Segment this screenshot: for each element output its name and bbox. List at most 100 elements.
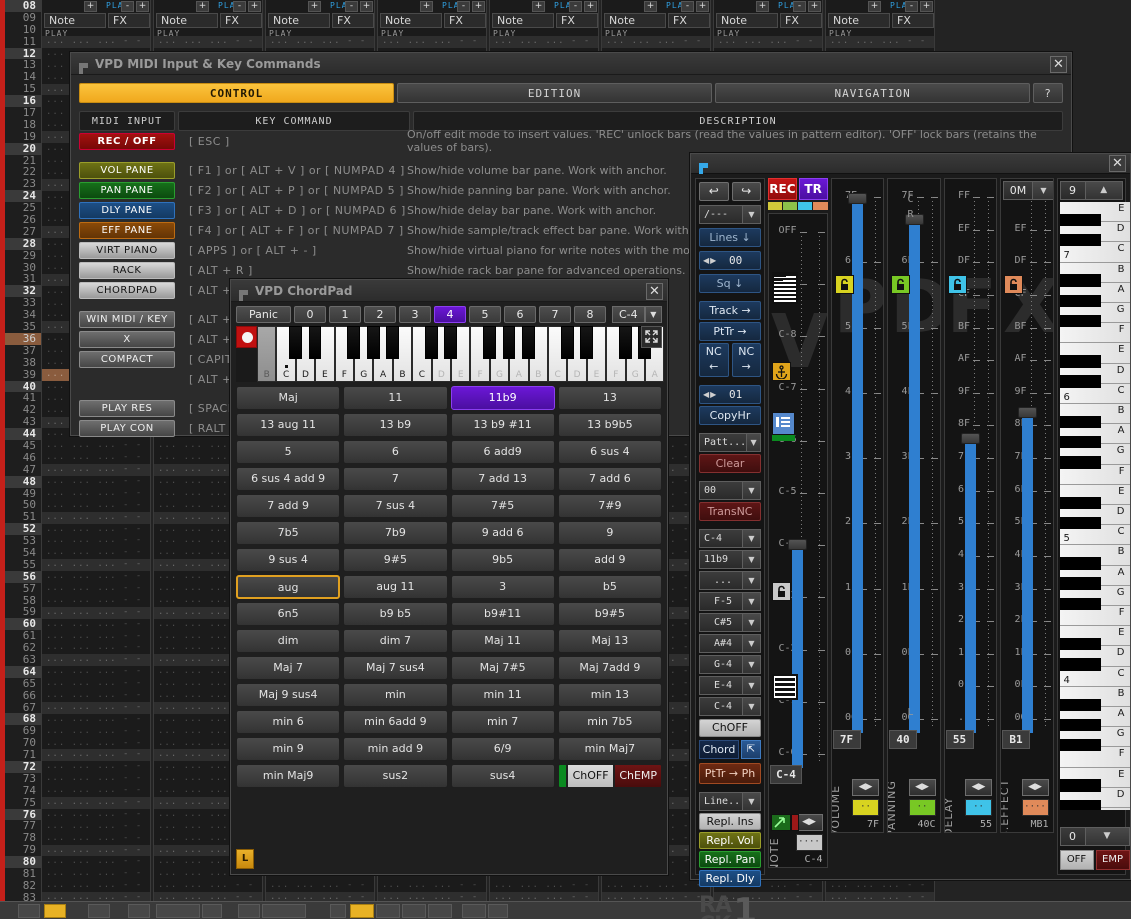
track-note-field[interactable]: Note bbox=[268, 13, 330, 28]
midi-button-pan-pane[interactable]: PAN PANE bbox=[79, 181, 175, 199]
nc-left-button[interactable]: NC ← bbox=[699, 343, 729, 377]
pttr-button[interactable]: PtTr → bbox=[699, 322, 761, 341]
vpiano-black-key[interactable] bbox=[1059, 496, 1101, 510]
chord-button-13[interactable]: 13 bbox=[557, 386, 662, 410]
midi-button-chordpad[interactable]: CHORDPAD bbox=[79, 281, 175, 299]
track-fx-field[interactable]: FX bbox=[220, 13, 262, 28]
channel-stepper-arrows-icon[interactable]: ◀▶ bbox=[908, 779, 936, 796]
chord-button-7-sus-4[interactable]: 7 sus 4 bbox=[343, 494, 448, 518]
chord-button-min-6[interactable]: min 6 bbox=[236, 710, 341, 734]
fader-bar[interactable] bbox=[852, 203, 863, 733]
taskbar-icon-settings[interactable] bbox=[44, 904, 66, 918]
chord-button-9b5[interactable]: 9b5 bbox=[450, 548, 555, 572]
chord-button-9-sus-4[interactable]: 9 sus 4 bbox=[236, 548, 341, 572]
anchor-icon[interactable] bbox=[772, 362, 791, 381]
lock-icon[interactable] bbox=[834, 275, 854, 294]
chordpad-black-key[interactable] bbox=[619, 326, 632, 359]
chord-button-7-5[interactable]: 7#5 bbox=[450, 494, 555, 518]
track-cell[interactable]: ... ... ... - - bbox=[378, 880, 486, 892]
track-fx-field[interactable]: FX bbox=[108, 13, 150, 28]
rack-mixer-window[interactable]: ✕ ↩ ↪ /--- ▼ Lines ↓ ◀▶ 00 Sq ↓ Track → … bbox=[690, 153, 1131, 919]
chordpad-chemp-button[interactable]: ChEMP bbox=[614, 764, 662, 788]
chordpad-lock-badge[interactable]: L bbox=[236, 849, 254, 869]
chord-button-7[interactable]: 7 bbox=[343, 467, 448, 491]
channel-stepper-arrows-icon[interactable]: ◀▶ bbox=[852, 779, 879, 796]
chord-button-9-5[interactable]: 9#5 bbox=[343, 548, 448, 572]
chord-button-9[interactable]: 9 bbox=[557, 521, 662, 545]
track-add-button[interactable]: + bbox=[756, 1, 769, 12]
track-fx-field[interactable]: FX bbox=[668, 13, 710, 28]
transpose-chevron-down-icon[interactable]: ▼ bbox=[743, 481, 761, 500]
track-cell[interactable]: ... ... ... - - bbox=[42, 749, 150, 762]
track-remove-button[interactable]: - bbox=[793, 1, 806, 12]
transpose-select[interactable]: 00 ▼ bbox=[699, 481, 761, 500]
sq-button[interactable]: Sq ↓ bbox=[699, 274, 761, 293]
track-button[interactable]: Track → bbox=[699, 301, 761, 320]
chord-button-9-add-6[interactable]: 9 add 6 bbox=[450, 521, 555, 545]
track-cell[interactable]: ... ... ... - - bbox=[42, 571, 150, 583]
channel-quick-value[interactable]: ···· bbox=[795, 834, 823, 851]
chordpad-chevron-down-icon[interactable]: ▼ bbox=[644, 306, 662, 323]
vpiano-black-key[interactable] bbox=[1059, 779, 1101, 792]
note-select-3[interactable]: F-5 ▼ bbox=[699, 592, 761, 611]
vpiano-black-key[interactable] bbox=[1059, 456, 1101, 469]
lock-icon[interactable] bbox=[947, 275, 967, 294]
chord-button-dim[interactable]: dim bbox=[236, 629, 341, 653]
taskbar-dly-toggle[interactable] bbox=[402, 904, 426, 918]
chord-button-6-sus-4[interactable]: 6 sus 4 bbox=[557, 440, 662, 464]
note-chevron-down-icon[interactable]: ▼ bbox=[743, 550, 761, 569]
delay-fader-column[interactable]: FFFEFDFCFBFAF9F8F7F6F5F4F3F2F1F0F..55DEL… bbox=[943, 178, 997, 833]
vpiano-black-key[interactable] bbox=[1059, 516, 1101, 530]
track-cell[interactable]: ... ... ... - - bbox=[602, 880, 710, 892]
chordpad-black-key[interactable] bbox=[444, 326, 458, 359]
chordpad-black-key[interactable] bbox=[289, 326, 302, 359]
volume-fader-column[interactable]: P7F6F5F4F3F2F1F0F007FVOLUME◀▶··7F bbox=[830, 178, 884, 833]
tr-button[interactable]: TR bbox=[798, 178, 828, 200]
chordpad-black-key[interactable] bbox=[425, 326, 438, 359]
fader-knob[interactable] bbox=[961, 433, 980, 445]
rack-left-controls[interactable]: ↩ ↪ /--- ▼ Lines ↓ ◀▶ 00 Sq ↓ Track → Pt… bbox=[695, 178, 765, 919]
taskbar-icon-list[interactable] bbox=[88, 904, 110, 918]
piano-roll-icon[interactable] bbox=[772, 272, 798, 304]
track-cell[interactable]: ... ... ... - - bbox=[42, 678, 150, 690]
chord-button-min-11[interactable]: min 11 bbox=[450, 683, 555, 707]
channel-quick-value[interactable]: ·· bbox=[908, 799, 936, 816]
chord-button-min-add-9[interactable]: min add 9 bbox=[343, 737, 448, 761]
color-swatch[interactable] bbox=[798, 202, 813, 210]
chord-button-min[interactable]: min bbox=[343, 683, 448, 707]
note-chevron-down-icon[interactable]: ▼ bbox=[743, 676, 761, 695]
track-cell[interactable]: ... ... ... - - bbox=[42, 690, 150, 702]
taskbar[interactable] bbox=[0, 901, 1131, 919]
vpiano-black-key[interactable] bbox=[1059, 274, 1101, 287]
taskbar-dropdown-2[interactable] bbox=[488, 904, 508, 918]
panning-fader-column[interactable]: D7F6F5F4F3F2F1F0F0040PANNING◀▶··40CRCL bbox=[887, 178, 941, 833]
tab-edition[interactable]: EDITION bbox=[397, 83, 713, 103]
channel-value-box[interactable]: C-4 bbox=[770, 765, 802, 784]
chord-button-7-add-9[interactable]: 7 add 9 bbox=[236, 494, 341, 518]
chevron-up-icon[interactable]: ▲ bbox=[1085, 181, 1123, 200]
channel-stepper-arrows-icon[interactable]: ◀▶ bbox=[795, 814, 823, 831]
note-select-2[interactable]: ... ▼ bbox=[699, 571, 761, 590]
track-cell[interactable]: ... ... ... - - bbox=[826, 880, 934, 892]
vpiano-black-key[interactable] bbox=[1059, 597, 1101, 611]
track-fx-field[interactable]: FX bbox=[556, 13, 598, 28]
vpiano-black-key[interactable] bbox=[1059, 557, 1101, 570]
octave-button-4[interactable]: 4 bbox=[434, 306, 466, 323]
track-cell[interactable]: ... ... ... - - bbox=[42, 488, 150, 500]
midi-button-x[interactable]: X bbox=[79, 330, 175, 348]
midi-button-compact[interactable]: COMPACT bbox=[79, 350, 175, 368]
vpiano-black-key[interactable] bbox=[1059, 314, 1101, 328]
chord-button-add-9[interactable]: add 9 bbox=[557, 548, 662, 572]
track-cell[interactable]: ... ... ... - - bbox=[42, 701, 150, 714]
chord-button-b9-b5[interactable]: b9 b5 bbox=[343, 602, 448, 626]
chord-button-sus2[interactable]: sus2 bbox=[343, 764, 448, 788]
midi-button-rec-off[interactable]: REC / OFF bbox=[79, 132, 175, 150]
chordpad-root-select[interactable]: C-4 ▼ bbox=[612, 306, 662, 323]
track-add-button[interactable]: + bbox=[644, 1, 657, 12]
vpiano-black-key[interactable] bbox=[1059, 718, 1101, 732]
chord-button[interactable]: Chord bbox=[699, 740, 739, 759]
chordpad-white-key[interactable]: B bbox=[257, 326, 277, 382]
track-note-field[interactable]: Note bbox=[828, 13, 890, 28]
track-add-button[interactable]: + bbox=[532, 1, 545, 12]
fader-knob[interactable] bbox=[787, 538, 807, 550]
